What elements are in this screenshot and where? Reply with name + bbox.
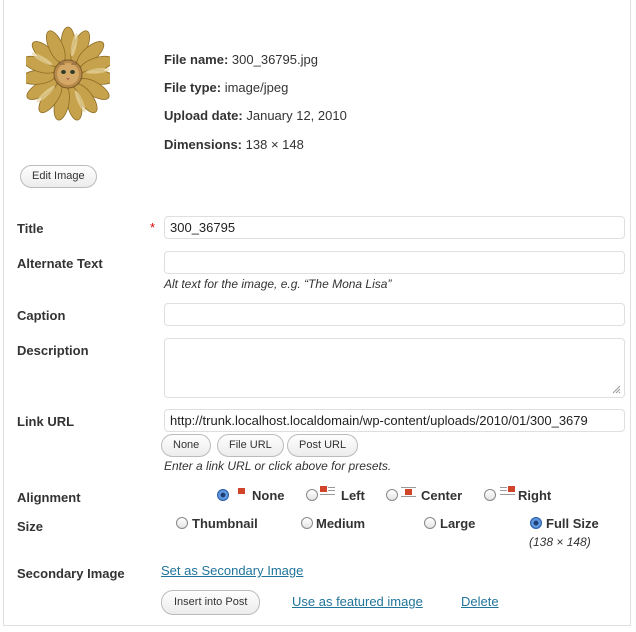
description-label: Description [17, 343, 89, 358]
size-label: Size [17, 519, 44, 534]
file-name-line: File name: 300_36795.jpg [164, 52, 318, 67]
align-center-label[interactable]: Center [421, 488, 462, 503]
link-file-url-button[interactable]: File URL [217, 434, 284, 457]
insert-into-post-button[interactable]: Insert into Post [161, 590, 261, 615]
file-type-value: image/jpeg [224, 80, 289, 95]
file-type-line: File type: image/jpeg [164, 80, 288, 95]
link-url-help: Enter a link URL or click above for pres… [164, 459, 392, 473]
alignment-label: Alignment [17, 490, 81, 505]
delete-link[interactable]: Delete [461, 594, 499, 609]
dimensions-value: 138 × 148 [245, 137, 304, 152]
image-thumbnail [20, 24, 116, 124]
caption-input[interactable] [164, 303, 625, 326]
align-center-icon [401, 486, 416, 497]
size-thumbnail-radio[interactable] [176, 517, 188, 529]
link-url-input[interactable]: http://trunk.localhost.localdomain/wp-co… [164, 409, 625, 432]
link-none-button[interactable]: None [161, 434, 212, 457]
align-left-label[interactable]: Left [341, 488, 365, 503]
size-medium-label[interactable]: Medium [316, 516, 365, 531]
link-post-url-button[interactable]: Post URL [287, 434, 359, 457]
align-left-icon [320, 486, 335, 497]
align-left-radio[interactable] [306, 489, 318, 501]
align-none-label[interactable]: None [252, 488, 285, 503]
title-label: Title [17, 221, 44, 236]
size-thumbnail-label[interactable]: Thumbnail [192, 516, 258, 531]
align-none-icon [234, 488, 249, 499]
upload-date-label: Upload date: [164, 108, 243, 123]
edit-image-button[interactable]: Edit Image [20, 165, 97, 188]
link-url-label: Link URL [17, 414, 75, 429]
align-right-icon [500, 486, 515, 497]
secondary-image-label: Secondary Image [17, 566, 125, 581]
set-secondary-image-link[interactable]: Set as Secondary Image [161, 563, 303, 578]
align-center-radio[interactable] [386, 489, 398, 501]
required-asterisk: * [150, 220, 156, 235]
media-item-panel: File name: 300_36795.jpg File type: imag… [3, 0, 631, 626]
dimensions-line: Dimensions: 138 × 148 [164, 137, 304, 152]
alt-text-input[interactable] [164, 251, 625, 274]
size-full-radio[interactable] [530, 517, 542, 529]
size-large-radio[interactable] [424, 517, 436, 529]
dimensions-label: Dimensions: [164, 137, 243, 152]
size-full-dimensions: (138 × 148) [529, 535, 591, 549]
file-name-label: File name: [164, 52, 229, 67]
size-large-label[interactable]: Large [440, 516, 475, 531]
resize-handle-icon[interactable] [611, 384, 621, 394]
use-as-featured-link[interactable]: Use as featured image [292, 594, 423, 609]
size-full-label[interactable]: Full Size [546, 516, 599, 531]
align-right-radio[interactable] [484, 489, 496, 501]
alt-text-label: Alternate Text [17, 256, 103, 271]
title-input[interactable]: 300_36795 [164, 216, 625, 239]
upload-date-line: Upload date: January 12, 2010 [164, 108, 347, 123]
file-type-label: File type: [164, 80, 222, 95]
align-right-label[interactable]: Right [518, 488, 551, 503]
description-textarea[interactable] [164, 338, 625, 398]
upload-date-value: January 12, 2010 [246, 108, 347, 123]
caption-label: Caption [17, 308, 66, 323]
file-name-value: 300_36795.jpg [231, 52, 318, 67]
alt-text-help: Alt text for the image, e.g. “The Mona L… [164, 277, 392, 291]
size-medium-radio[interactable] [301, 517, 313, 529]
align-none-radio[interactable] [217, 489, 229, 501]
